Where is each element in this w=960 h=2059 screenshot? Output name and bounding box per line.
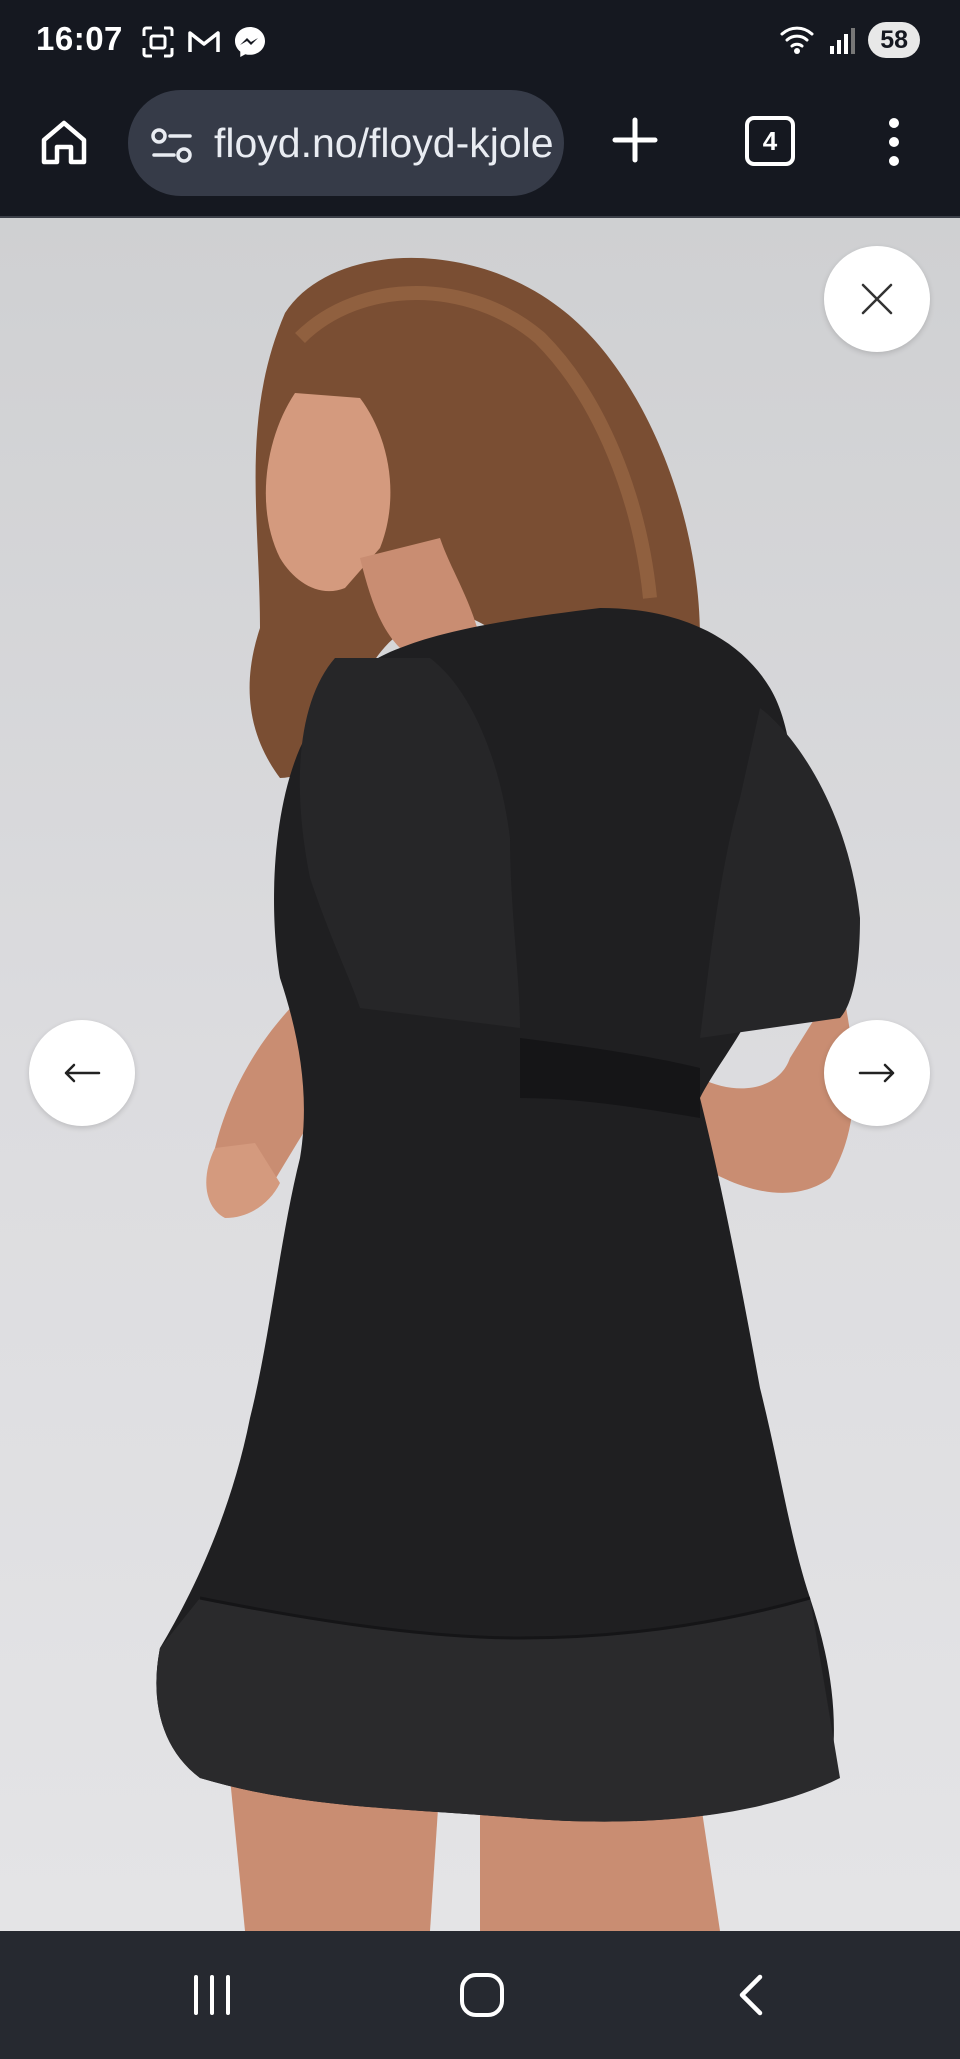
close-icon bbox=[861, 283, 893, 315]
status-time: 16:07 bbox=[36, 20, 123, 57]
system-navigation-bar bbox=[0, 1931, 960, 2059]
address-bar[interactable]: floyd.no/floyd-kjole bbox=[128, 90, 564, 196]
url-text[interactable]: floyd.no/floyd-kjole bbox=[214, 120, 554, 167]
messenger-icon bbox=[235, 27, 265, 57]
back-icon[interactable] bbox=[732, 1971, 772, 2019]
tab-switcher-button[interactable]: 4 bbox=[745, 116, 795, 166]
gmail-icon bbox=[188, 31, 220, 52]
menu-icon[interactable] bbox=[882, 116, 906, 168]
browser-toolbar: floyd.no/floyd-kjole 4 bbox=[0, 84, 960, 218]
plus-icon[interactable] bbox=[607, 112, 663, 168]
signal-icon bbox=[830, 28, 856, 54]
arrow-right-icon bbox=[858, 1063, 895, 1083]
site-settings-icon[interactable] bbox=[150, 126, 194, 166]
product-image-gallery bbox=[0, 218, 960, 1931]
wifi-icon bbox=[780, 26, 814, 54]
screenshot-icon bbox=[142, 26, 174, 58]
close-button[interactable] bbox=[824, 246, 930, 352]
tab-count: 4 bbox=[762, 126, 778, 156]
status-bar: 16:07 58 bbox=[0, 0, 960, 84]
next-image-button[interactable] bbox=[824, 1020, 930, 1126]
home-icon[interactable] bbox=[36, 114, 92, 170]
previous-image-button[interactable] bbox=[29, 1020, 135, 1126]
arrow-left-icon bbox=[64, 1063, 101, 1083]
home-circle-icon[interactable] bbox=[458, 1971, 506, 2019]
recent-apps-icon[interactable] bbox=[190, 1971, 234, 2019]
product-photo bbox=[156, 257, 860, 1931]
battery-indicator: 58 bbox=[868, 22, 920, 58]
notification-icons bbox=[140, 24, 268, 60]
system-icons: 58 bbox=[778, 22, 920, 58]
